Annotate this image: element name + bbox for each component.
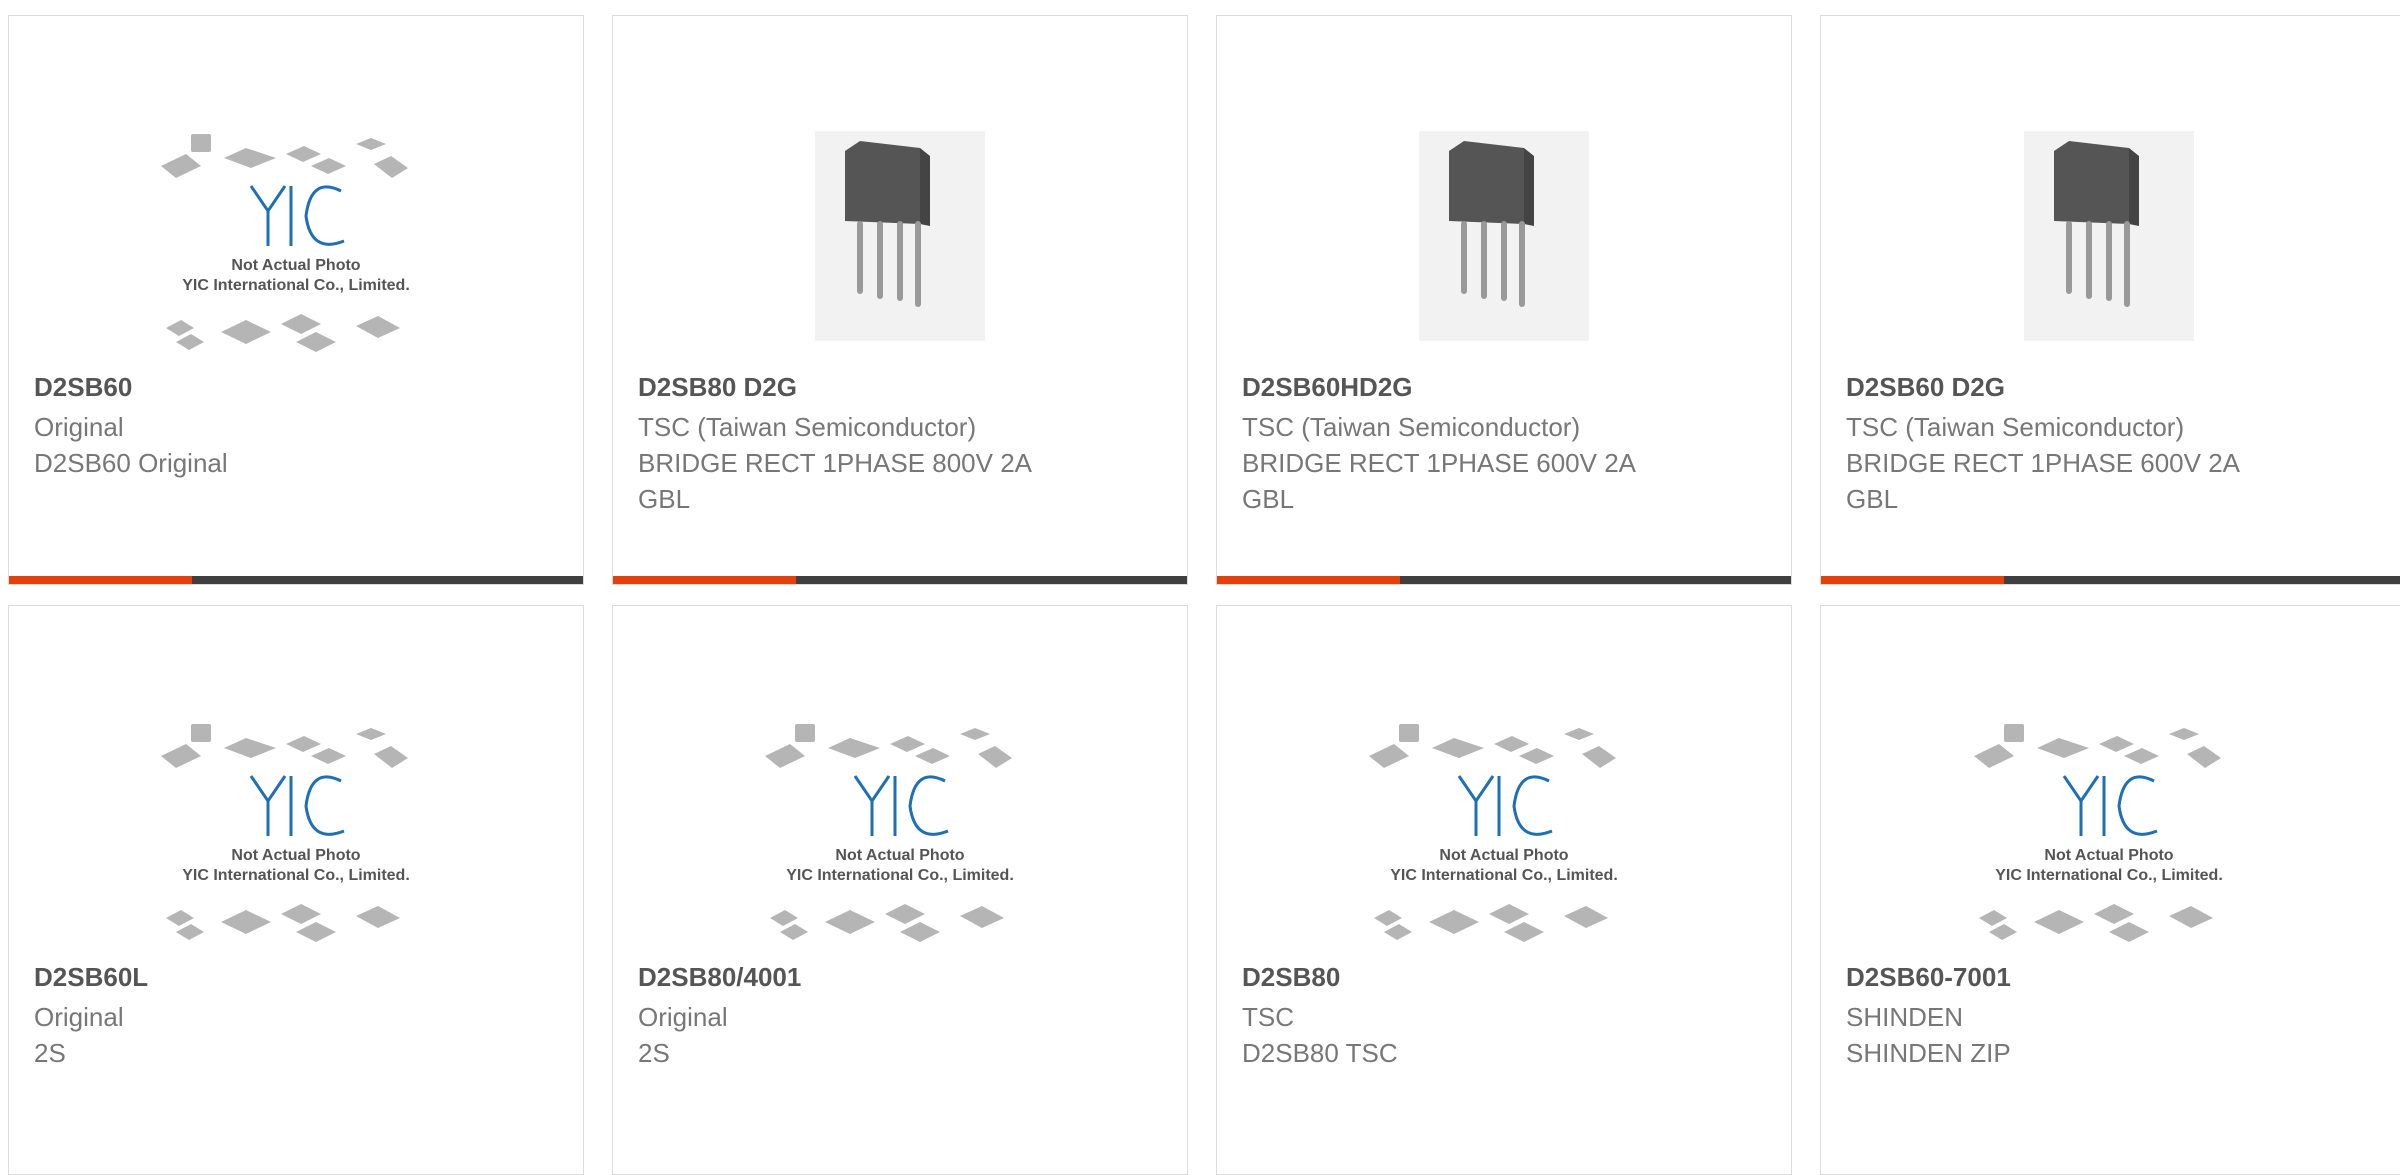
product-image[interactable] [1217,106,1791,366]
product-image[interactable]: Not Actual Photo YIC International Co., … [613,696,1187,956]
product-card[interactable]: D2SB60HD2G TSC (Taiwan Semiconductor) BR… [1216,15,1792,585]
part-number[interactable]: D2SB60 D2G [1846,372,2005,403]
placeholder-caption: Not Actual Photo [1439,847,1568,864]
description: BRIDGE RECT 1PHASE 600V 2A [1846,448,2241,478]
card-bar-accent [1217,576,1400,584]
manufacturer: TSC (Taiwan Semiconductor) [638,412,977,442]
manufacturer: SHINDEN [1846,1002,1964,1032]
manufacturer: Original [34,412,124,442]
placeholder-caption: Not Actual Photo [835,847,964,864]
placeholder-company: YIC International Co., Limited. [182,867,410,884]
placeholder-caption: Not Actual Photo [231,847,360,864]
part-number[interactable]: D2SB60L [34,962,148,993]
part-number[interactable]: D2SB60-7001 [1846,962,2011,993]
part-number[interactable]: D2SB60HD2G [1242,372,1413,403]
card-bar-accent [613,576,796,584]
card-bar [1217,576,1791,584]
card-bar [9,576,583,584]
product-card[interactable]: D2SB60 D2G TSC (Taiwan Semiconductor) BR… [1820,15,2400,585]
part-number[interactable]: D2SB80/4001 [638,962,801,993]
placeholder-caption: Not Actual Photo [2044,847,2173,864]
package: GBL [1846,484,1899,514]
description: 2S [638,1038,670,1068]
manufacturer: TSC (Taiwan Semiconductor) [1846,412,2185,442]
part-number[interactable]: D2SB80 D2G [638,372,797,403]
description: BRIDGE RECT 1PHASE 800V 2A [638,448,1033,478]
manufacturer: TSC [1242,1002,1294,1032]
description: D2SB80 TSC [1242,1038,1398,1068]
manufacturer: Original [34,1002,124,1032]
product-image[interactable]: Not Actual Photo YIC International Co., … [1821,696,2396,956]
package: GBL [638,484,691,514]
description: 2S [34,1038,66,1068]
product-card[interactable]: Not Actual Photo YIC International Co., … [612,605,1188,1175]
product-card[interactable]: Not Actual Photo YIC International Co., … [8,605,584,1175]
product-image[interactable]: Not Actual Photo YIC International Co., … [9,696,583,956]
placeholder-caption: Not Actual Photo [231,257,360,274]
placeholder-company: YIC International Co., Limited. [1390,867,1618,884]
product-card[interactable]: D2SB80 D2G TSC (Taiwan Semiconductor) BR… [612,15,1188,585]
product-card[interactable]: Not Actual Photo YIC International Co., … [1820,605,2400,1175]
product-image[interactable] [613,106,1187,366]
placeholder-company: YIC International Co., Limited. [786,867,1014,884]
part-number[interactable]: D2SB80 [1242,962,1340,993]
description: BRIDGE RECT 1PHASE 600V 2A [1242,448,1637,478]
card-bar-accent [1821,576,2004,584]
description: D2SB60 Original [34,448,228,478]
part-number[interactable]: D2SB60 [34,372,132,403]
card-bar [1821,576,2400,584]
manufacturer: TSC (Taiwan Semiconductor) [1242,412,1581,442]
placeholder-company: YIC International Co., Limited. [182,277,410,294]
manufacturer: Original [638,1002,728,1032]
placeholder-company: YIC International Co., Limited. [1995,867,2223,884]
product-image[interactable]: Not Actual Photo YIC International Co., … [9,106,583,366]
card-bar [613,576,1187,584]
card-bar-accent [9,576,192,584]
product-image[interactable]: Not Actual Photo YIC International Co., … [1217,696,1791,956]
package: GBL [1242,484,1295,514]
product-card[interactable]: Not Actual Photo YIC International Co., … [1216,605,1792,1175]
product-card[interactable]: Not Actual Photo YIC International Co., … [8,15,584,585]
product-image[interactable] [1821,106,2396,366]
description: SHINDEN ZIP [1846,1038,2011,1068]
